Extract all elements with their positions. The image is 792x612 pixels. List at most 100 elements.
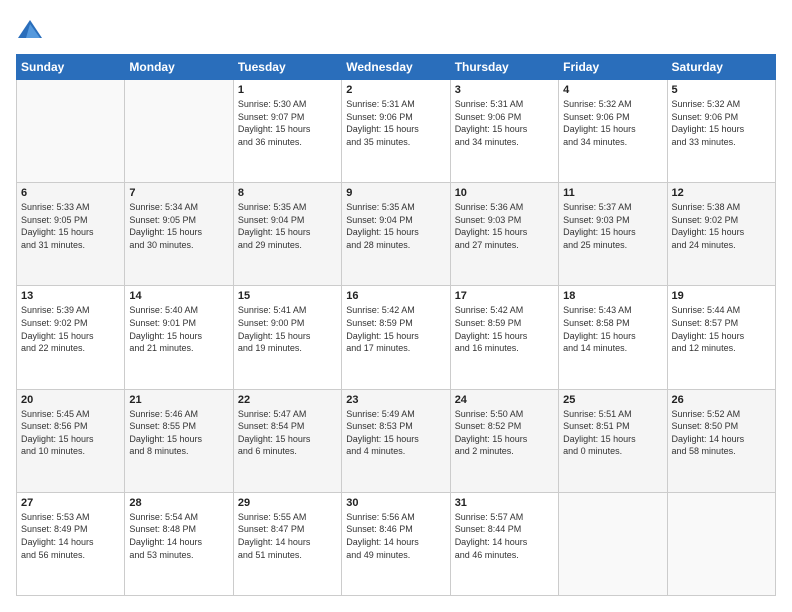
day-number: 5 — [672, 84, 771, 96]
week-row-3: 13Sunrise: 5:39 AM Sunset: 9:02 PM Dayli… — [17, 286, 776, 389]
day-info: Sunrise: 5:43 AM Sunset: 8:58 PM Dayligh… — [563, 304, 662, 354]
day-number: 27 — [21, 497, 120, 509]
day-info: Sunrise: 5:35 AM Sunset: 9:04 PM Dayligh… — [238, 201, 337, 251]
day-number: 24 — [455, 394, 554, 406]
day-info: Sunrise: 5:30 AM Sunset: 9:07 PM Dayligh… — [238, 98, 337, 148]
col-header-wednesday: Wednesday — [342, 55, 450, 80]
day-info: Sunrise: 5:40 AM Sunset: 9:01 PM Dayligh… — [129, 304, 228, 354]
calendar-cell: 1 Sunrise: 5:30 AM Sunset: 9:07 PM Daylig… — [233, 80, 341, 183]
day-number: 19 — [672, 290, 771, 302]
calendar-cell: 18Sunrise: 5:43 AM Sunset: 8:58 PM Dayli… — [559, 286, 667, 389]
day-number: 23 — [346, 394, 445, 406]
day-info: Sunrise: 5:34 AM Sunset: 9:05 PM Dayligh… — [129, 201, 228, 251]
day-number: 11 — [563, 187, 662, 199]
calendar-cell: 19 Sunrise: 5:44 AM Sunset: 8:57 PM Dayli… — [667, 286, 775, 389]
day-number: 8 — [238, 187, 337, 199]
col-header-tuesday: Tuesday — [233, 55, 341, 80]
day-number: 29 — [238, 497, 337, 509]
day-info: Sunrise: 5:53 AM Sunset: 8:49 PM Dayligh… — [21, 511, 120, 561]
calendar-table: SundayMondayTuesdayWednesdayThursdayFrid… — [16, 54, 776, 596]
day-number: 30 — [346, 497, 445, 509]
calendar-cell: 20 Sunrise: 5:45 AM Sunset: 8:56 PM Dayli… — [17, 389, 125, 492]
day-info: Sunrise: 5:54 AM Sunset: 8:48 PM Dayligh… — [129, 511, 228, 561]
day-info: Sunrise: 5:42 AM Sunset: 8:59 PM Dayligh… — [455, 304, 554, 354]
page: SundayMondayTuesdayWednesdayThursdayFrid… — [0, 0, 792, 612]
calendar-cell — [667, 492, 775, 595]
week-row-1: 1 Sunrise: 5:30 AM Sunset: 9:07 PM Daylig… — [17, 80, 776, 183]
day-number: 9 — [346, 187, 445, 199]
calendar-cell: 9 Sunrise: 5:35 AM Sunset: 9:04 PM Daylig… — [342, 183, 450, 286]
day-number: 22 — [238, 394, 337, 406]
calendar-cell: 5 Sunrise: 5:32 AM Sunset: 9:06 PM Daylig… — [667, 80, 775, 183]
day-number: 26 — [672, 394, 771, 406]
calendar-cell: 8 Sunrise: 5:35 AM Sunset: 9:04 PM Daylig… — [233, 183, 341, 286]
calendar-cell: 14 Sunrise: 5:40 AM Sunset: 9:01 PM Dayli… — [125, 286, 233, 389]
day-info: Sunrise: 5:32 AM Sunset: 9:06 PM Dayligh… — [672, 98, 771, 148]
calendar-cell: 25 Sunrise: 5:51 AM Sunset: 8:51 PM Dayli… — [559, 389, 667, 492]
day-info: Sunrise: 5:42 AM Sunset: 8:59 PM Dayligh… — [346, 304, 445, 354]
calendar-cell: 4 Sunrise: 5:32 AM Sunset: 9:06 PM Daylig… — [559, 80, 667, 183]
calendar-cell: 15Sunrise: 5:41 AM Sunset: 9:00 PM Dayli… — [233, 286, 341, 389]
calendar-cell: 13Sunrise: 5:39 AM Sunset: 9:02 PM Dayli… — [17, 286, 125, 389]
day-info: Sunrise: 5:31 AM Sunset: 9:06 PM Dayligh… — [346, 98, 445, 148]
calendar-cell: 3 Sunrise: 5:31 AM Sunset: 9:06 PM Daylig… — [450, 80, 558, 183]
calendar-cell: 30 Sunrise: 5:56 AM Sunset: 8:46 PM Dayli… — [342, 492, 450, 595]
day-info: Sunrise: 5:35 AM Sunset: 9:04 PM Dayligh… — [346, 201, 445, 251]
col-header-friday: Friday — [559, 55, 667, 80]
day-number: 2 — [346, 84, 445, 96]
day-number: 1 — [238, 84, 337, 96]
calendar-cell — [559, 492, 667, 595]
day-number: 6 — [21, 187, 120, 199]
day-number: 25 — [563, 394, 662, 406]
calendar-cell: 11 Sunrise: 5:37 AM Sunset: 9:03 PM Dayli… — [559, 183, 667, 286]
calendar-cell: 29 Sunrise: 5:55 AM Sunset: 8:47 PM Dayli… — [233, 492, 341, 595]
day-info: Sunrise: 5:55 AM Sunset: 8:47 PM Dayligh… — [238, 511, 337, 561]
day-number: 21 — [129, 394, 228, 406]
calendar-cell — [17, 80, 125, 183]
day-info: Sunrise: 5:49 AM Sunset: 8:53 PM Dayligh… — [346, 408, 445, 458]
calendar-cell: 2 Sunrise: 5:31 AM Sunset: 9:06 PM Daylig… — [342, 80, 450, 183]
day-info: Sunrise: 5:31 AM Sunset: 9:06 PM Dayligh… — [455, 98, 554, 148]
day-number: 28 — [129, 497, 228, 509]
col-header-saturday: Saturday — [667, 55, 775, 80]
col-header-sunday: Sunday — [17, 55, 125, 80]
day-info: Sunrise: 5:57 AM Sunset: 8:44 PM Dayligh… — [455, 511, 554, 561]
day-info: Sunrise: 5:36 AM Sunset: 9:03 PM Dayligh… — [455, 201, 554, 251]
day-number: 7 — [129, 187, 228, 199]
calendar-cell: 17 Sunrise: 5:42 AM Sunset: 8:59 PM Dayli… — [450, 286, 558, 389]
calendar-cell: 22Sunrise: 5:47 AM Sunset: 8:54 PM Dayli… — [233, 389, 341, 492]
day-number: 14 — [129, 290, 228, 302]
logo — [16, 16, 48, 44]
day-number: 3 — [455, 84, 554, 96]
day-info: Sunrise: 5:37 AM Sunset: 9:03 PM Dayligh… — [563, 201, 662, 251]
header-row: SundayMondayTuesdayWednesdayThursdayFrid… — [17, 55, 776, 80]
calendar-cell — [125, 80, 233, 183]
calendar-cell: 21 Sunrise: 5:46 AM Sunset: 8:55 PM Dayli… — [125, 389, 233, 492]
day-info: Sunrise: 5:45 AM Sunset: 8:56 PM Dayligh… — [21, 408, 120, 458]
calendar-cell: 16Sunrise: 5:42 AM Sunset: 8:59 PM Dayli… — [342, 286, 450, 389]
day-info: Sunrise: 5:46 AM Sunset: 8:55 PM Dayligh… — [129, 408, 228, 458]
day-info: Sunrise: 5:33 AM Sunset: 9:05 PM Dayligh… — [21, 201, 120, 251]
day-info: Sunrise: 5:32 AM Sunset: 9:06 PM Dayligh… — [563, 98, 662, 148]
day-info: Sunrise: 5:51 AM Sunset: 8:51 PM Dayligh… — [563, 408, 662, 458]
calendar-cell: 26Sunrise: 5:52 AM Sunset: 8:50 PM Dayli… — [667, 389, 775, 492]
header — [16, 16, 776, 44]
day-number: 17 — [455, 290, 554, 302]
calendar-cell: 24 Sunrise: 5:50 AM Sunset: 8:52 PM Dayli… — [450, 389, 558, 492]
week-row-2: 6 Sunrise: 5:33 AM Sunset: 9:05 PM Daylig… — [17, 183, 776, 286]
week-row-5: 27 Sunrise: 5:53 AM Sunset: 8:49 PM Dayli… — [17, 492, 776, 595]
day-info: Sunrise: 5:56 AM Sunset: 8:46 PM Dayligh… — [346, 511, 445, 561]
day-number: 4 — [563, 84, 662, 96]
col-header-monday: Monday — [125, 55, 233, 80]
calendar-cell: 27 Sunrise: 5:53 AM Sunset: 8:49 PM Dayli… — [17, 492, 125, 595]
day-info: Sunrise: 5:44 AM Sunset: 8:57 PM Dayligh… — [672, 304, 771, 354]
logo-icon — [16, 16, 44, 44]
day-number: 20 — [21, 394, 120, 406]
calendar-cell: 23 Sunrise: 5:49 AM Sunset: 8:53 PM Dayli… — [342, 389, 450, 492]
day-number: 31 — [455, 497, 554, 509]
day-info: Sunrise: 5:38 AM Sunset: 9:02 PM Dayligh… — [672, 201, 771, 251]
week-row-4: 20 Sunrise: 5:45 AM Sunset: 8:56 PM Dayli… — [17, 389, 776, 492]
calendar-cell: 12Sunrise: 5:38 AM Sunset: 9:02 PM Dayli… — [667, 183, 775, 286]
calendar-cell: 10Sunrise: 5:36 AM Sunset: 9:03 PM Dayli… — [450, 183, 558, 286]
day-info: Sunrise: 5:50 AM Sunset: 8:52 PM Dayligh… — [455, 408, 554, 458]
